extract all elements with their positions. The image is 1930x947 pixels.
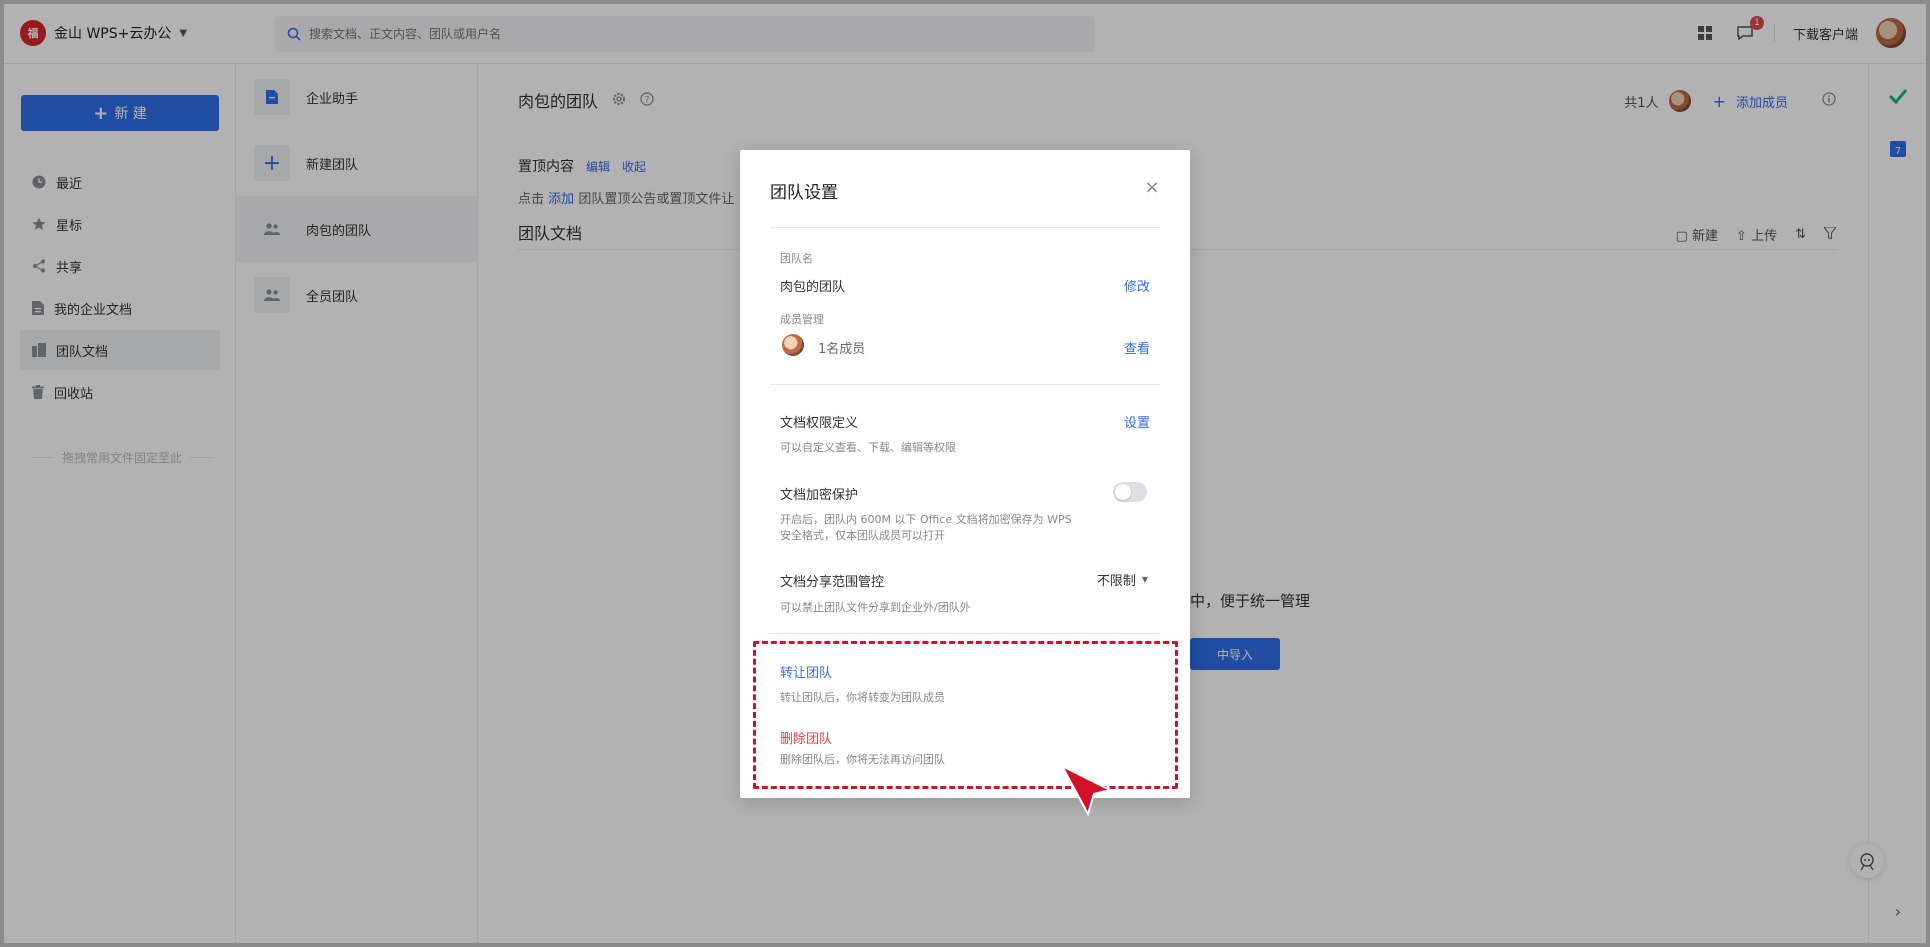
- doc-permission-title: 文档权限定义: [780, 416, 859, 431]
- divider: [770, 384, 1160, 385]
- highlight-box: [753, 641, 1178, 789]
- dialog-title: 团队设置: [770, 183, 838, 203]
- member-count: 1名成员: [818, 342, 866, 357]
- member-avatar: [782, 334, 804, 356]
- team-name-value: 肉包的团队: [780, 280, 846, 295]
- doc-encryption-desc-line2: 安全格式，仅本团队成员可以打开: [780, 529, 945, 542]
- divider: [770, 633, 1160, 634]
- share-scope-select[interactable]: 不限制 ▼: [1097, 570, 1148, 589]
- share-scope-title: 文档分享范围管控: [780, 575, 885, 590]
- view-members-link[interactable]: 查看: [1124, 338, 1150, 357]
- doc-permission-settings-link[interactable]: 设置: [1124, 412, 1150, 431]
- doc-permission-desc: 可以自定义查看、下载、编辑等权限: [780, 441, 956, 454]
- team-name-label: 团队名: [780, 252, 813, 265]
- caret-down-icon: ▼: [1141, 575, 1148, 584]
- divider: [770, 227, 1160, 228]
- share-scope-value: 不限制: [1096, 574, 1136, 589]
- share-scope-desc: 可以禁止团队文件分享到企业外/团队外: [780, 601, 971, 614]
- modify-team-name-link[interactable]: 修改: [1124, 276, 1150, 295]
- toggle-knob: [1115, 484, 1131, 500]
- close-icon[interactable]: ×: [1144, 179, 1160, 197]
- doc-encryption-toggle[interactable]: [1113, 482, 1147, 502]
- pointer-arrow-icon: [1059, 763, 1112, 817]
- doc-encryption-title: 文档加密保护: [780, 488, 859, 503]
- doc-encryption-desc-line1: 开启后，团队内 600M 以下 Office 文档将加密保存为 WPS: [780, 513, 1072, 526]
- member-management-label: 成员管理: [780, 313, 824, 326]
